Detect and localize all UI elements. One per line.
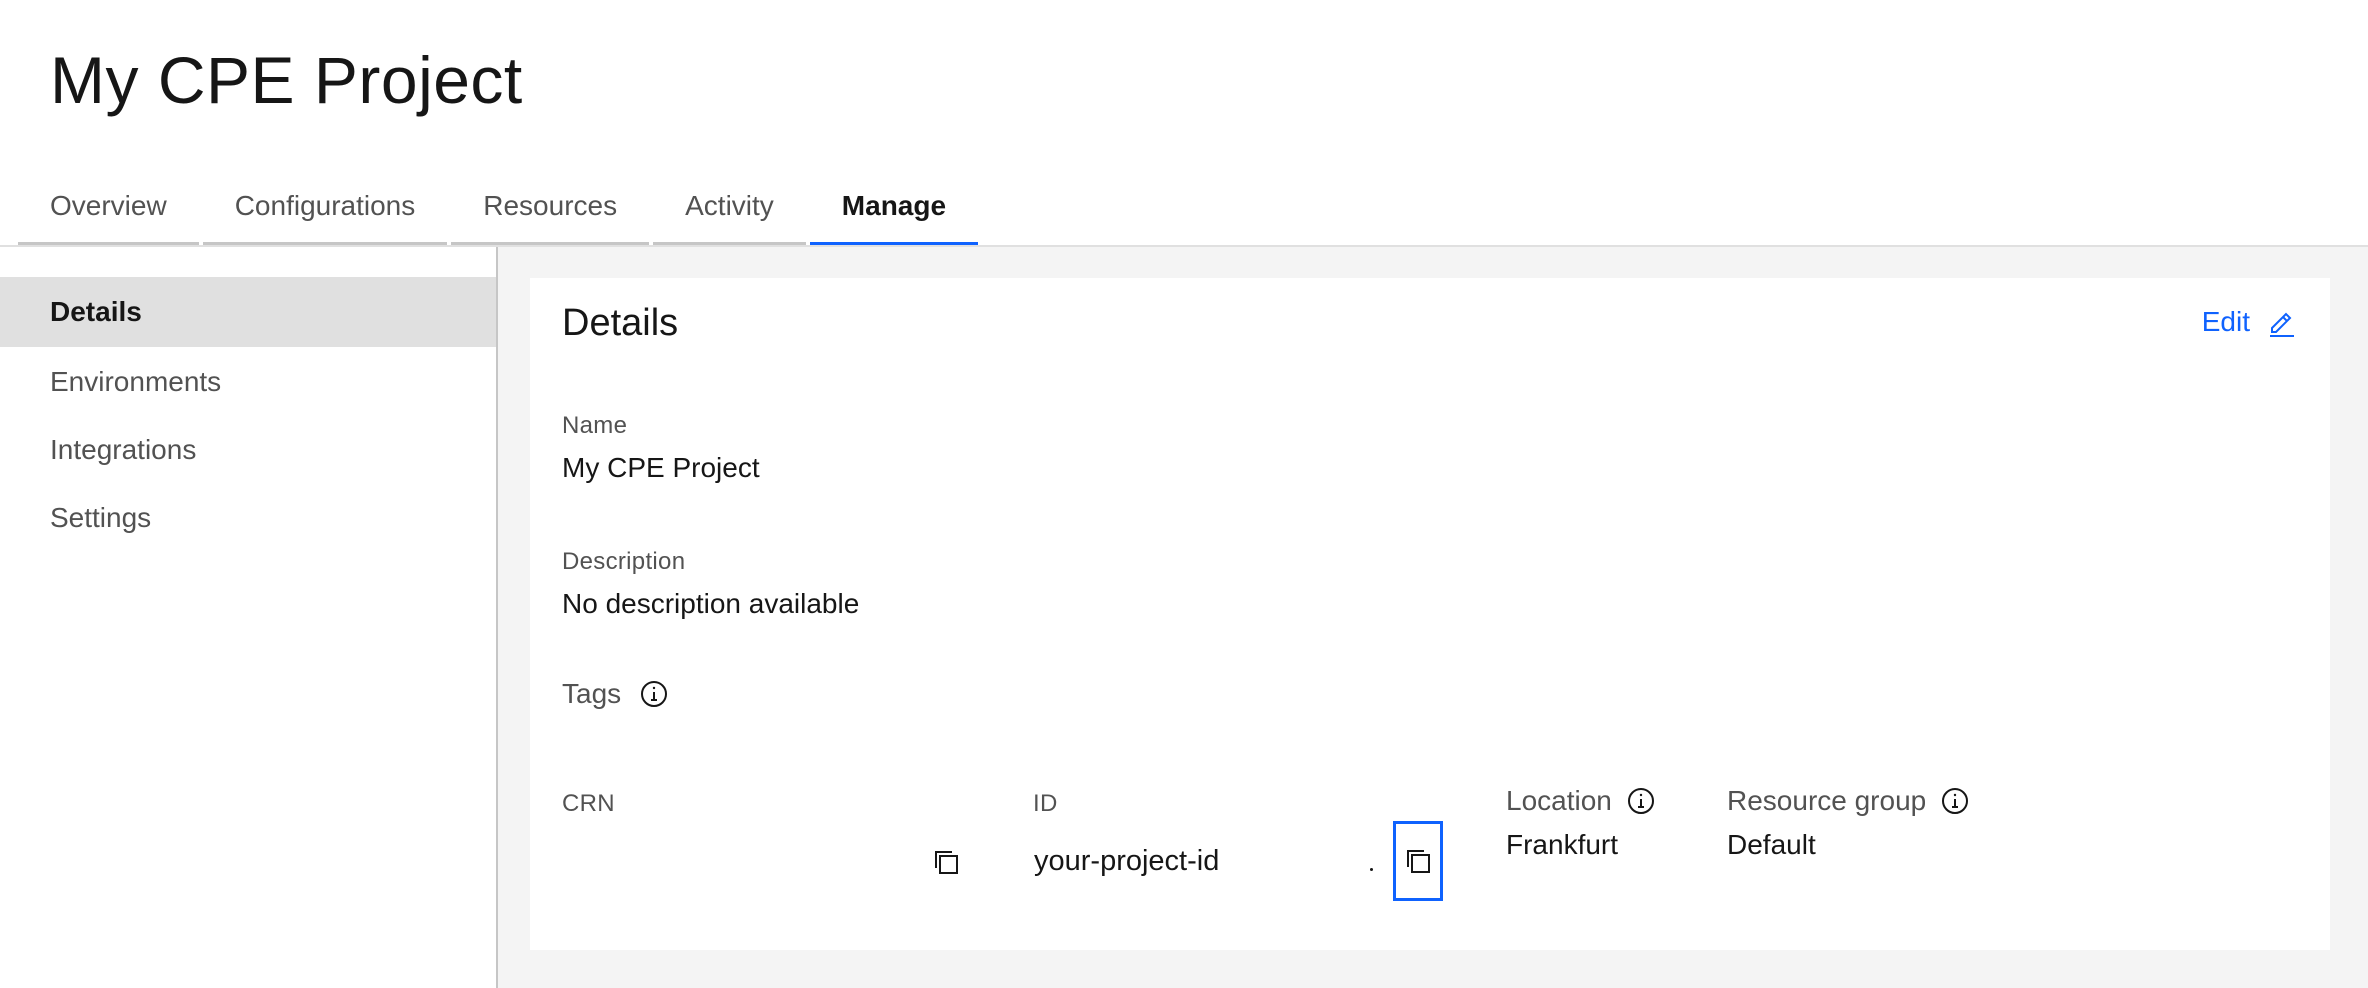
resource-group-label: Resource group (1727, 785, 1927, 816)
sidebar-item-details[interactable]: Details (0, 277, 496, 347)
details-heading: Details (562, 302, 679, 344)
location-value: Frankfurt (1506, 829, 1619, 860)
description-label: Description (562, 548, 686, 575)
resource-group-value: Default (1727, 829, 1816, 860)
sidebar-item-environments[interactable]: Environments (0, 347, 496, 417)
info-icon[interactable] (639, 679, 669, 709)
info-icon[interactable] (1940, 786, 1970, 816)
location-label: Location (1506, 785, 1612, 816)
crn-label: CRN (562, 790, 615, 817)
copy-crn-button[interactable] (924, 825, 968, 899)
tab-overview[interactable]: Overview (18, 178, 199, 246)
id-value: your-project-id (1034, 845, 1220, 877)
tab-bar: Overview Configurations Resources Activi… (18, 178, 982, 246)
description-value: No description available (562, 588, 860, 619)
edit-button[interactable]: Edit (2202, 306, 2298, 338)
copy-id-button[interactable] (1393, 821, 1443, 901)
tab-resources[interactable]: Resources (451, 178, 650, 246)
sidebar-item-integrations[interactable]: Integrations (0, 415, 496, 485)
info-icon[interactable] (1626, 786, 1656, 816)
dot-marker (1370, 868, 1373, 871)
page-title: My CPE Project (50, 43, 523, 117)
copy-icon (1407, 850, 1430, 873)
tab-activity[interactable]: Activity (653, 178, 806, 246)
name-label: Name (562, 412, 628, 439)
edit-label: Edit (2201, 306, 2250, 337)
tab-manage[interactable]: Manage (809, 178, 979, 246)
location-label-row: Location (1506, 785, 1656, 817)
pencil-icon (2270, 312, 2294, 337)
resource-group-label-row: Resource group (1727, 785, 1970, 817)
copy-icon (935, 851, 958, 874)
sidebar-item-settings[interactable]: Settings (0, 483, 496, 553)
sidebar: Details Environments Integrations Settin… (0, 247, 498, 988)
name-value: My CPE Project (562, 452, 760, 483)
tab-configurations[interactable]: Configurations (202, 178, 448, 246)
tags-label: Tags (562, 678, 622, 709)
id-label: ID (1033, 790, 1058, 817)
tags-row: Tags (562, 678, 669, 710)
details-card: Details Edit Name My CPE Project Descrip… (530, 278, 2330, 950)
